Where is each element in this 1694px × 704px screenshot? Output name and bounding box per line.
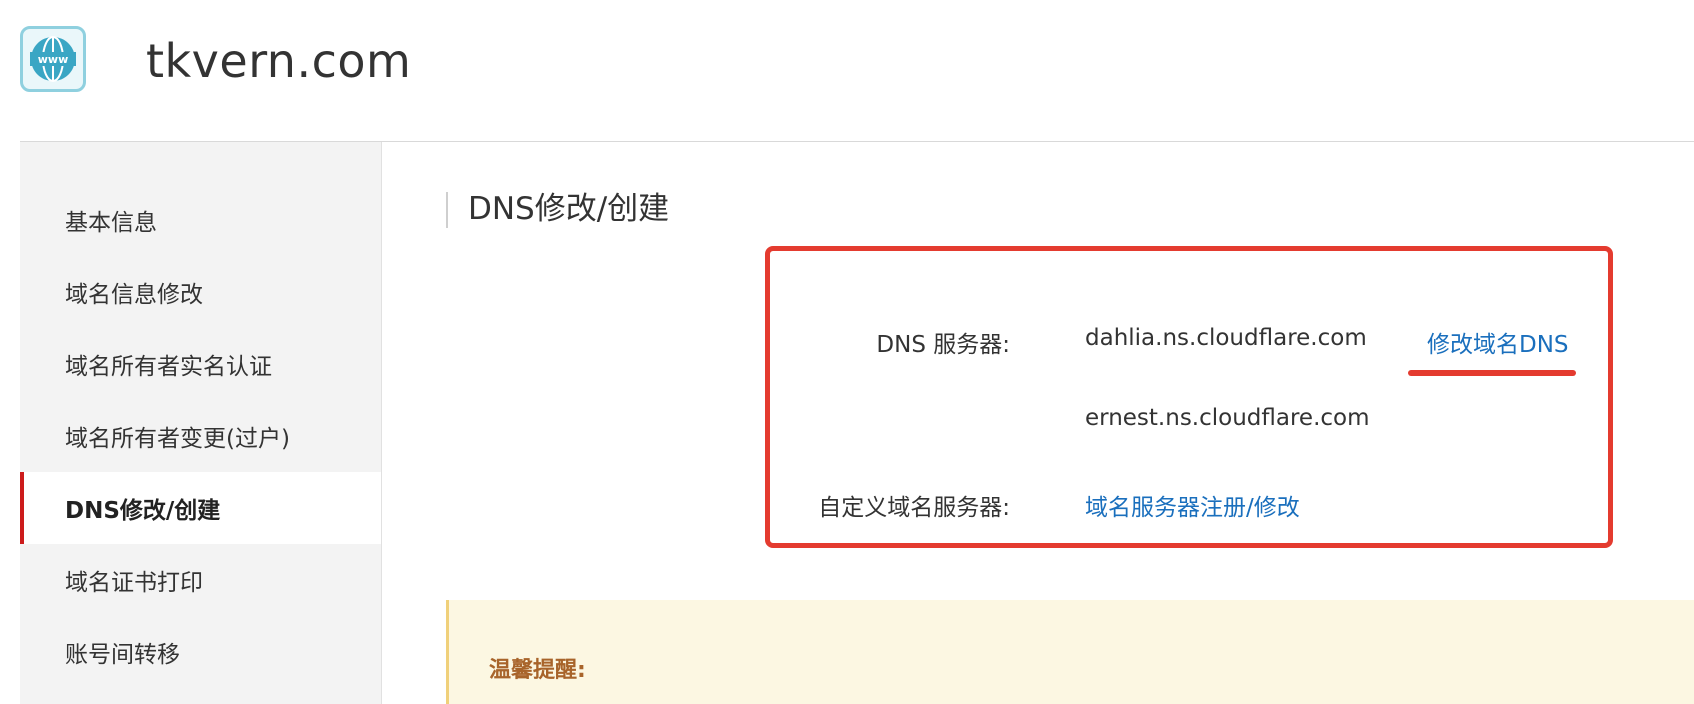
sidebar-item-label: 域名证书打印 <box>65 570 203 596</box>
sidebar-item-account-transfer[interactable]: 账号间转移 <box>20 616 381 688</box>
sidebar-item-certificate-print[interactable]: 域名证书打印 <box>20 544 381 616</box>
sidebar: 基本信息 域名信息修改 域名所有者实名认证 域名所有者变更(过户) DNS修改/… <box>20 142 382 704</box>
sidebar-item-label: 域名所有者变更(过户) <box>65 426 290 452</box>
sidebar-item-domain-info-edit[interactable]: 域名信息修改 <box>20 256 381 328</box>
sidebar-item-dns[interactable]: DNS修改/创建 <box>20 472 381 544</box>
annotation-underline <box>1408 370 1576 376</box>
sidebar-item-owner-transfer[interactable]: 域名所有者变更(过户) <box>20 400 381 472</box>
logo: www <box>20 26 86 92</box>
sidebar-item-owner-verification[interactable]: 域名所有者实名认证 <box>20 328 381 400</box>
dns-server-value: dahlia.ns.cloudflare.com <box>1085 325 1367 351</box>
sidebar-menu: 基本信息 域名信息修改 域名所有者实名认证 域名所有者变更(过户) DNS修改/… <box>20 184 381 688</box>
sidebar-item-label: 账号间转移 <box>65 642 180 668</box>
modify-dns-link[interactable]: 修改域名DNS <box>1427 325 1569 359</box>
dns-server-value: ernest.ns.cloudflare.com <box>1085 405 1370 431</box>
www-globe-icon: www <box>30 36 76 82</box>
sidebar-item-label: 基本信息 <box>65 210 157 236</box>
domain-title: tkvern.com <box>146 34 412 88</box>
sidebar-item-label: DNS修改/创建 <box>65 498 221 524</box>
notice-title: 温馨提醒: <box>489 658 586 683</box>
logo-text: www <box>38 53 69 66</box>
custom-ns-label: 自定义域名服务器: <box>818 495 1010 521</box>
form-labels: DNS 服务器: 自定义域名服务器: <box>383 142 1010 542</box>
dns-servers-label: DNS 服务器: <box>876 332 1010 358</box>
notice-panel: 温馨提醒: <box>446 600 1694 704</box>
nameserver-register-link[interactable]: 域名服务器注册/修改 <box>1085 488 1300 522</box>
main-content: DNS修改/创建 DNS 服务器: 自定义域名服务器: dahlia.ns.cl… <box>383 142 1694 704</box>
sidebar-item-basic-info[interactable]: 基本信息 <box>20 184 381 256</box>
sidebar-item-label: 域名所有者实名认证 <box>65 354 272 380</box>
page-header: www tkvern.com <box>0 0 1694 142</box>
sidebar-item-label: 域名信息修改 <box>65 282 203 308</box>
